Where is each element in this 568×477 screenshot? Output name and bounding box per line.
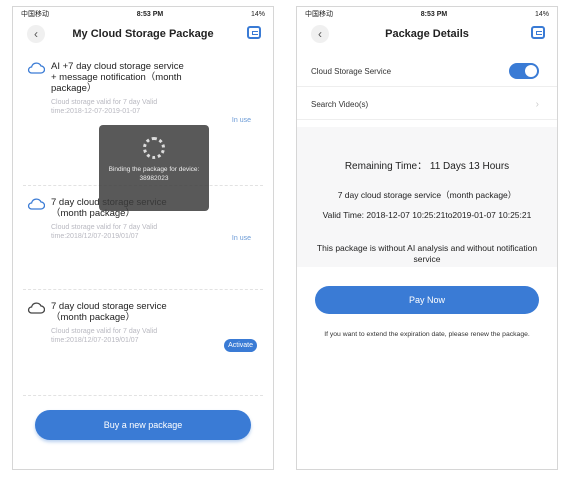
nav-bar: ‹ Package Details	[297, 21, 557, 47]
divider	[23, 395, 263, 396]
exit-icon[interactable]	[531, 26, 545, 39]
status-battery: 14%	[250, 10, 265, 18]
chevron-right-icon: ›	[535, 98, 539, 110]
nav-bar: ‹ My Cloud Storage Package	[13, 21, 273, 47]
back-arrow-icon[interactable]: ‹	[311, 25, 329, 43]
renew-note: If you want to extend the expiration dat…	[324, 331, 530, 338]
package-note: This package is without AI analysis and …	[316, 243, 538, 264]
package-status: In use	[231, 117, 251, 124]
remaining-time: Remaining Time： 11 Days 13 Hours	[297, 157, 557, 172]
back-arrow-icon[interactable]: ‹	[27, 25, 45, 43]
search-videos-label: Search Video(s)	[311, 99, 369, 109]
status-carrier: 中国移动	[21, 11, 49, 18]
buy-new-package-button[interactable]: Buy a new package	[35, 410, 251, 440]
package-validity: Cloud storage valid for 7 day Valid time…	[51, 99, 158, 115]
remaining-time-label: Remaining Time：	[344, 161, 428, 172]
divider	[23, 289, 263, 290]
remaining-time-value: 11 Days 13 Hours	[429, 161, 510, 172]
pay-now-button[interactable]: Pay Now	[315, 286, 539, 314]
status-time: 8:53 PM	[420, 10, 448, 18]
toast-message: Binding the package for device: 38982023	[108, 166, 200, 182]
package-validity: Cloud storage valid for 7 day Valid time…	[51, 328, 158, 344]
phone-screen-package-details: 中国移动 8:53 PM 14% ‹ Package Details Cloud…	[296, 6, 558, 470]
package-title: 7 day cloud storage service（month packag…	[51, 301, 167, 323]
spinner-icon	[143, 137, 165, 159]
package-validity: Cloud storage valid for 7 day Valid time…	[51, 224, 158, 240]
cloud-storage-service-row: Cloud Storage Service	[297, 56, 557, 87]
package-name: 7 day cloud storage service（month packag…	[337, 190, 517, 200]
cloud-icon	[27, 62, 45, 74]
phone-screen-my-packages: 中国移动 8:53 PM 14% ‹ My Cloud Storage Pack…	[12, 6, 274, 470]
exit-icon[interactable]	[247, 26, 261, 39]
page-title: Package Details	[385, 28, 469, 40]
cloud-icon	[27, 302, 45, 314]
package-status: In use	[231, 235, 251, 242]
status-battery: 14%	[534, 10, 549, 18]
package-item[interactable]: 7 day cloud storage service（month packag…	[27, 301, 259, 352]
status-carrier: 中国移动	[305, 11, 333, 18]
package-item[interactable]: AI +7 day cloud storage service + messag…	[27, 61, 259, 124]
page-title: My Cloud Storage Package	[72, 28, 214, 40]
package-title: AI +7 day cloud storage service + messag…	[51, 61, 184, 94]
search-videos-row[interactable]: Search Video(s) ›	[297, 89, 557, 120]
status-bar: 中国移动 8:53 PM 14%	[13, 7, 273, 21]
cloud-storage-service-label: Cloud Storage Service	[311, 66, 392, 76]
valid-time: Valid Time: 2018-12-07 10:25:21to2019-01…	[322, 210, 532, 220]
status-time: 8:53 PM	[136, 10, 164, 18]
status-bar: 中国移动 8:53 PM 14%	[297, 7, 557, 21]
cloud-icon	[27, 198, 45, 210]
loading-toast: Binding the package for device: 38982023	[99, 125, 209, 211]
activate-button[interactable]: Activate	[224, 339, 257, 352]
cloud-storage-toggle[interactable]	[509, 63, 539, 79]
